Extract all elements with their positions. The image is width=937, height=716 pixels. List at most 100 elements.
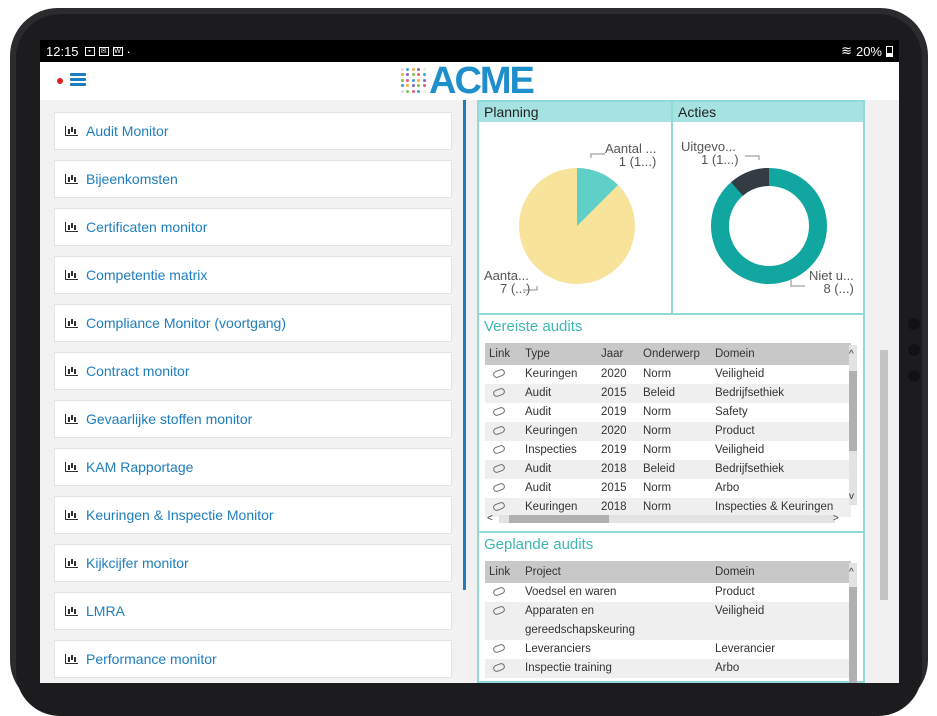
- table-row[interactable]: Inspecties 2019 Norm Veiligheid: [485, 441, 851, 460]
- acme-logo: ACME: [401, 62, 535, 100]
- sidebar-item[interactable]: Competentie matrix: [54, 256, 452, 294]
- table-cell: Product: [711, 422, 851, 441]
- table-cell: Bedrijfsethiek: [711, 384, 851, 403]
- table-cell: Beleid: [639, 384, 711, 403]
- vereiste-scroll-down-icon[interactable]: v: [849, 491, 854, 502]
- vereiste-hscroll-thumb[interactable]: [509, 515, 609, 523]
- link-icon[interactable]: [492, 444, 506, 455]
- chart-icon: [65, 462, 78, 472]
- column-header[interactable]: Type: [521, 343, 597, 365]
- planning-title: Planning: [479, 102, 671, 122]
- sidebar-item[interactable]: Bijeenkomsten: [54, 160, 452, 198]
- sidebar-item-label: Performance monitor: [86, 651, 217, 667]
- sidebar-item[interactable]: Gevaarlijke stoffen monitor: [54, 400, 452, 438]
- status-extra: ·: [126, 43, 131, 59]
- column-header[interactable]: Project: [521, 561, 711, 583]
- link-icon[interactable]: [492, 586, 506, 597]
- sidebar-item[interactable]: Keuringen & Inspectie Monitor: [54, 496, 452, 534]
- status-bar: 12:15 ▪ ✉ W · ≋ 20%: [40, 40, 899, 62]
- table-cell: Audit: [525, 482, 552, 494]
- chart-icon: [65, 174, 78, 184]
- table-cell: Veiligheid: [711, 602, 851, 640]
- link-icon[interactable]: [492, 662, 506, 673]
- link-icon[interactable]: [492, 501, 506, 512]
- sidebar-item[interactable]: LMRA: [54, 592, 452, 630]
- column-header[interactable]: Link: [485, 561, 521, 583]
- link-icon[interactable]: [492, 482, 506, 493]
- table-cell: Beleid: [639, 460, 711, 479]
- table-row[interactable]: Voedsel en waren Product: [485, 583, 851, 602]
- geplande-vscroll[interactable]: [849, 563, 857, 683]
- vereiste-scroll-right-icon[interactable]: >: [833, 513, 839, 524]
- sidebar-item[interactable]: Performance monitor: [54, 640, 452, 678]
- link-icon[interactable]: [492, 387, 506, 398]
- chart-icon: [65, 606, 78, 616]
- sidebar-item[interactable]: Certificaten monitor: [54, 208, 452, 246]
- table-row[interactable]: Audit 2018 Beleid Bedrijfsethiek: [485, 460, 851, 479]
- link-icon[interactable]: [492, 463, 506, 474]
- acties-leader-b: [790, 280, 805, 287]
- link-icon[interactable]: [492, 605, 506, 616]
- vereiste-audits-tile: Vereiste audits Link Type Jaar Onderwerp Dom…: [477, 315, 865, 533]
- column-header[interactable]: Domein: [711, 343, 851, 365]
- sidebar-item-label: Keuringen & Inspectie Monitor: [86, 507, 274, 523]
- photo-icon: ▪: [84, 46, 95, 56]
- column-header[interactable]: Domein: [711, 561, 851, 583]
- screen: 12:15 ▪ ✉ W · ≋ 20% ACME Audit Monitor Bi…: [40, 40, 899, 683]
- table-row[interactable]: Keuringen 2020 Norm Veiligheid: [485, 365, 851, 384]
- sidebar-item[interactable]: Contract monitor: [54, 352, 452, 390]
- column-header[interactable]: Onderwerp: [639, 343, 711, 365]
- vereiste-audits-title: Vereiste audits: [484, 318, 583, 335]
- status-time: 12:15: [46, 43, 79, 59]
- vereiste-hscroll[interactable]: [499, 515, 835, 523]
- column-header[interactable]: Link: [485, 343, 521, 365]
- chart-icon: [65, 366, 78, 376]
- main-content: Audit Monitor Bijeenkomsten Certificaten m…: [40, 100, 899, 683]
- table-row[interactable]: Keuringen 2020 Norm Product: [485, 422, 851, 441]
- sidebar-item[interactable]: Kijkcijfer monitor: [54, 544, 452, 582]
- sidebar-item[interactable]: Audit Monitor: [54, 112, 452, 150]
- table-cell: Leveranciers: [525, 643, 591, 655]
- table-row[interactable]: Apparaten en gereedschapskeuring Veilighei…: [485, 602, 851, 640]
- chart-icon: [65, 414, 78, 424]
- acties-label-b: Niet u... 8 (...): [809, 268, 854, 296]
- page-scrollbar[interactable]: [880, 350, 888, 600]
- table-cell: Bedrijfsethiek: [711, 460, 851, 479]
- table-cell: Norm: [639, 422, 711, 441]
- table-cell: Apparaten en: [525, 605, 595, 617]
- vereiste-vscroll[interactable]: [849, 345, 857, 505]
- vereiste-scroll-up-icon[interactable]: ^: [849, 349, 854, 360]
- link-icon[interactable]: [492, 425, 506, 436]
- table-cell: 2020: [597, 422, 639, 441]
- sidebar-item-label: Certificaten monitor: [86, 219, 208, 235]
- table-cell: Norm: [643, 444, 672, 456]
- vereiste-vscroll-thumb[interactable]: [849, 371, 857, 451]
- link-icon[interactable]: [492, 643, 506, 654]
- table-row[interactable]: Audit 2015 Beleid Bedrijfsethiek: [485, 384, 851, 403]
- sidebar-item[interactable]: KAM Rapportage: [54, 448, 452, 486]
- table-cell: 2019: [601, 444, 627, 456]
- table-row[interactable]: Audit 2019 Norm Safety: [485, 403, 851, 422]
- device-side-buttons: [908, 318, 922, 396]
- link-icon[interactable]: [492, 406, 506, 417]
- geplande-vscroll-thumb[interactable]: [849, 587, 857, 683]
- sidebar-item[interactable]: Compliance Monitor (voortgang): [54, 304, 452, 342]
- chart-icon: [65, 558, 78, 568]
- table-cell: Audit: [521, 460, 597, 479]
- planning-leader-a: [590, 153, 605, 158]
- chart-icon: [65, 510, 78, 520]
- vereiste-scroll-left-icon[interactable]: <: [487, 513, 493, 524]
- vereiste-audits-table: Link Type Jaar Onderwerp Domein Keuringen 202…: [485, 343, 851, 517]
- hamburger-menu-icon[interactable]: [70, 73, 86, 87]
- sidebar-item-label: Contract monitor: [86, 363, 190, 379]
- table-row[interactable]: Inspectie training Arbo: [485, 659, 851, 678]
- column-header[interactable]: Jaar: [597, 343, 639, 365]
- sidebar-scrollbar[interactable]: [463, 100, 466, 590]
- geplande-scroll-up-icon[interactable]: ^: [849, 567, 854, 578]
- table-row[interactable]: Audit 2015 Norm Arbo: [485, 479, 851, 498]
- link-icon[interactable]: [492, 368, 506, 379]
- table-cell: Safety: [715, 406, 748, 418]
- table-row[interactable]: Leveranciers Leverancier: [485, 640, 851, 659]
- acties-label-a: Uitgevo... 1 (1...): [681, 139, 739, 167]
- acties-tile: Acties Uitgevo... 1 (1...) Niet u... 8 (..…: [671, 100, 865, 315]
